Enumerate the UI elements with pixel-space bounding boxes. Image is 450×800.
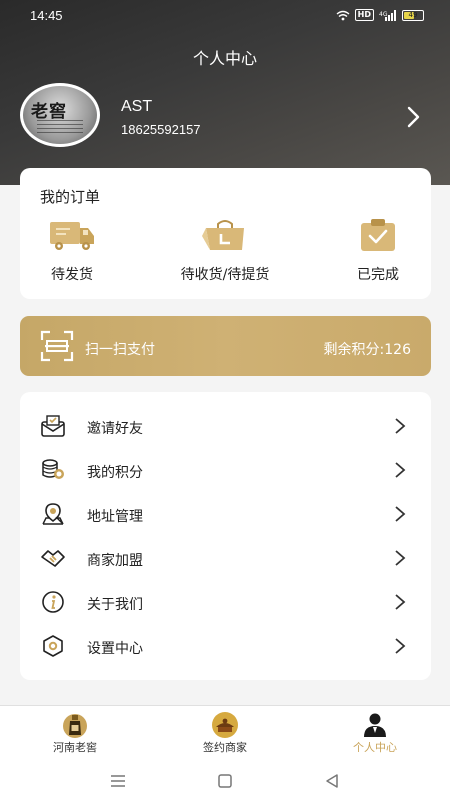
menu-item-address-management[interactable]: 地址管理 xyxy=(20,492,431,536)
menu-item-about-us[interactable]: 关于我们 xyxy=(20,580,431,624)
order-item-label: 待收货/待提货 xyxy=(180,267,270,283)
liquor-bottle-icon xyxy=(63,714,87,738)
page-title: 个人中心 xyxy=(192,49,257,68)
chevron-right-icon xyxy=(395,506,406,522)
signal-icon: 4G xyxy=(379,9,396,21)
orders-card: 我的订单 待发货 待收货/待提货 已完成 xyxy=(20,168,431,299)
tab-label: 签约商家 xyxy=(203,741,247,754)
clipboard-check-icon xyxy=(361,219,395,251)
truck-icon xyxy=(50,222,94,250)
avatar[interactable]: 老窖 xyxy=(20,83,100,147)
menu-item-label: 邀请好友 xyxy=(87,421,143,437)
wifi-icon xyxy=(336,10,350,20)
scan-icon xyxy=(40,330,74,362)
remaining-points: 剩余积分:126 xyxy=(323,342,411,358)
user-name: AST xyxy=(121,98,153,115)
hd-badge: HD xyxy=(354,9,374,21)
person-icon xyxy=(364,713,386,737)
battery-level: 49 xyxy=(408,10,418,19)
orders-title: 我的订单 xyxy=(40,188,101,206)
scan-pay-bar[interactable]: 扫一扫支付 剩余积分:126 xyxy=(20,316,431,376)
tab-label: 个人中心 xyxy=(353,741,397,754)
info-icon xyxy=(42,591,64,613)
status-icons: HD 4G 49 xyxy=(336,9,424,21)
tab-signed-merchants[interactable]: 签约商家 xyxy=(150,706,300,766)
shopping-bag-icon xyxy=(202,220,244,250)
home-square-icon[interactable] xyxy=(215,771,235,791)
profile-header: 14:45 HD 4G 49 个人中心 老窖 AST 18625592157 xyxy=(0,0,450,185)
menu-item-label: 地址管理 xyxy=(87,509,143,525)
tab-personal-center[interactable]: 个人中心 xyxy=(300,706,450,766)
merchant-icon xyxy=(212,712,238,738)
system-nav-bar xyxy=(0,765,450,800)
order-pending-shipment[interactable]: 待发货 xyxy=(32,218,112,288)
menu-item-merchant-join[interactable]: 商家加盟 xyxy=(20,536,431,580)
bottom-tab-bar: 河南老窖 签约商家 个人中心 xyxy=(0,705,450,765)
menu-item-label: 设置中心 xyxy=(87,641,143,657)
menu-item-my-points[interactable]: 我的积分 xyxy=(20,448,431,492)
tab-label: 河南老窖 xyxy=(53,741,97,754)
user-phone: 18625592157 xyxy=(121,122,201,137)
coins-icon xyxy=(42,459,64,479)
invite-envelope-icon xyxy=(41,415,65,437)
menu-item-label: 商家加盟 xyxy=(87,553,143,569)
menu-item-invite-friends[interactable]: 邀请好友 xyxy=(20,404,431,448)
svg-text:4G: 4G xyxy=(379,11,388,18)
chevron-right-icon xyxy=(395,594,406,610)
order-item-label: 已完成 xyxy=(357,267,399,283)
chevron-right-icon xyxy=(395,462,406,478)
chevron-right-icon xyxy=(395,550,406,566)
location-pin-icon xyxy=(42,503,64,525)
settings-hexagon-icon xyxy=(43,635,63,657)
menu-item-label: 我的积分 xyxy=(87,465,143,481)
status-time: 14:45 xyxy=(30,8,63,23)
chevron-right-icon xyxy=(395,418,406,434)
back-triangle-icon[interactable] xyxy=(322,771,342,791)
battery-icon: 49 xyxy=(402,9,424,21)
menu-item-settings[interactable]: 设置中心 xyxy=(20,624,431,668)
chevron-right-icon[interactable] xyxy=(402,104,424,130)
menu-item-label: 关于我们 xyxy=(87,597,143,613)
order-pending-receipt[interactable]: 待收货/待提货 xyxy=(170,218,280,288)
tab-henan-laojiao[interactable]: 河南老窖 xyxy=(0,706,150,766)
menu-card: 邀请好友 我的积分 地址管理 商家加盟 关于我们 设置中心 xyxy=(20,392,431,680)
status-bar: 14:45 HD 4G 49 xyxy=(0,0,450,30)
menu-icon[interactable] xyxy=(108,771,128,791)
chevron-right-icon xyxy=(395,638,406,654)
order-item-label: 待发货 xyxy=(51,267,93,283)
handshake-icon xyxy=(41,550,65,567)
avatar-logo-text: 老窖 xyxy=(31,102,67,122)
order-completed[interactable]: 已完成 xyxy=(338,218,418,288)
scan-pay-label: 扫一扫支付 xyxy=(85,342,155,358)
